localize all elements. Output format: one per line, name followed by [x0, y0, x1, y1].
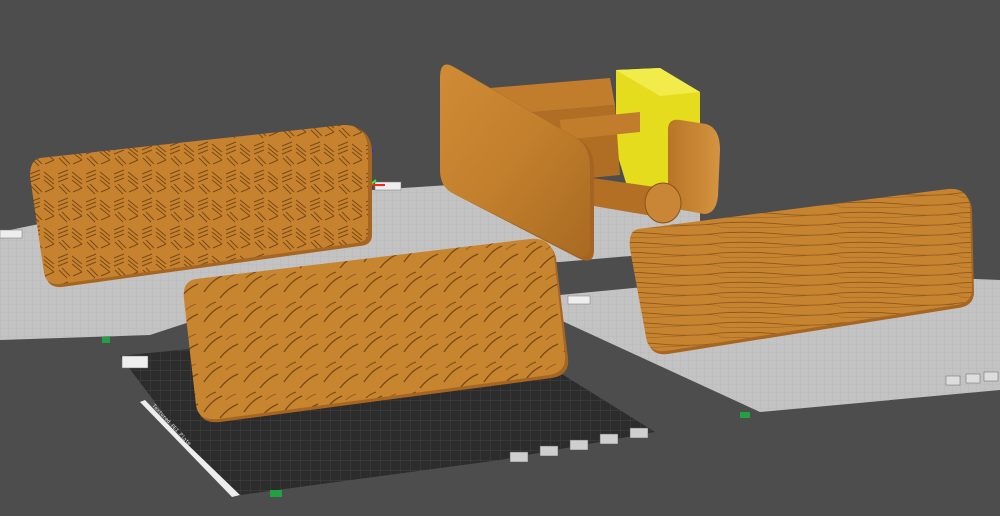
- plate-4-layout-icon[interactable]: [965, 373, 981, 384]
- plate-4-lock-icon[interactable]: [945, 375, 961, 386]
- plate-3-toolbar-icon[interactable]: [121, 355, 149, 369]
- plate-1-origin-marker: [102, 337, 110, 343]
- scene-canvas[interactable]: Textured PEI Plate: [0, 0, 1000, 516]
- plate-4-origin-marker: [740, 412, 750, 418]
- 3d-viewport[interactable]: Textured PEI Plate: [0, 0, 1000, 516]
- plate-3-origin-marker: [270, 490, 282, 497]
- layout-icon[interactable]: [539, 445, 559, 457]
- plate-4-settings-icon[interactable]: [983, 371, 999, 382]
- lock-icon[interactable]: [509, 451, 529, 463]
- orient-icon[interactable]: [599, 433, 619, 445]
- close-icon[interactable]: [629, 427, 649, 439]
- plate-1-toolbar-icon[interactable]: [0, 229, 23, 239]
- plate-4-toolbar-icon[interactable]: [567, 295, 591, 305]
- settings-icon[interactable]: [569, 439, 589, 451]
